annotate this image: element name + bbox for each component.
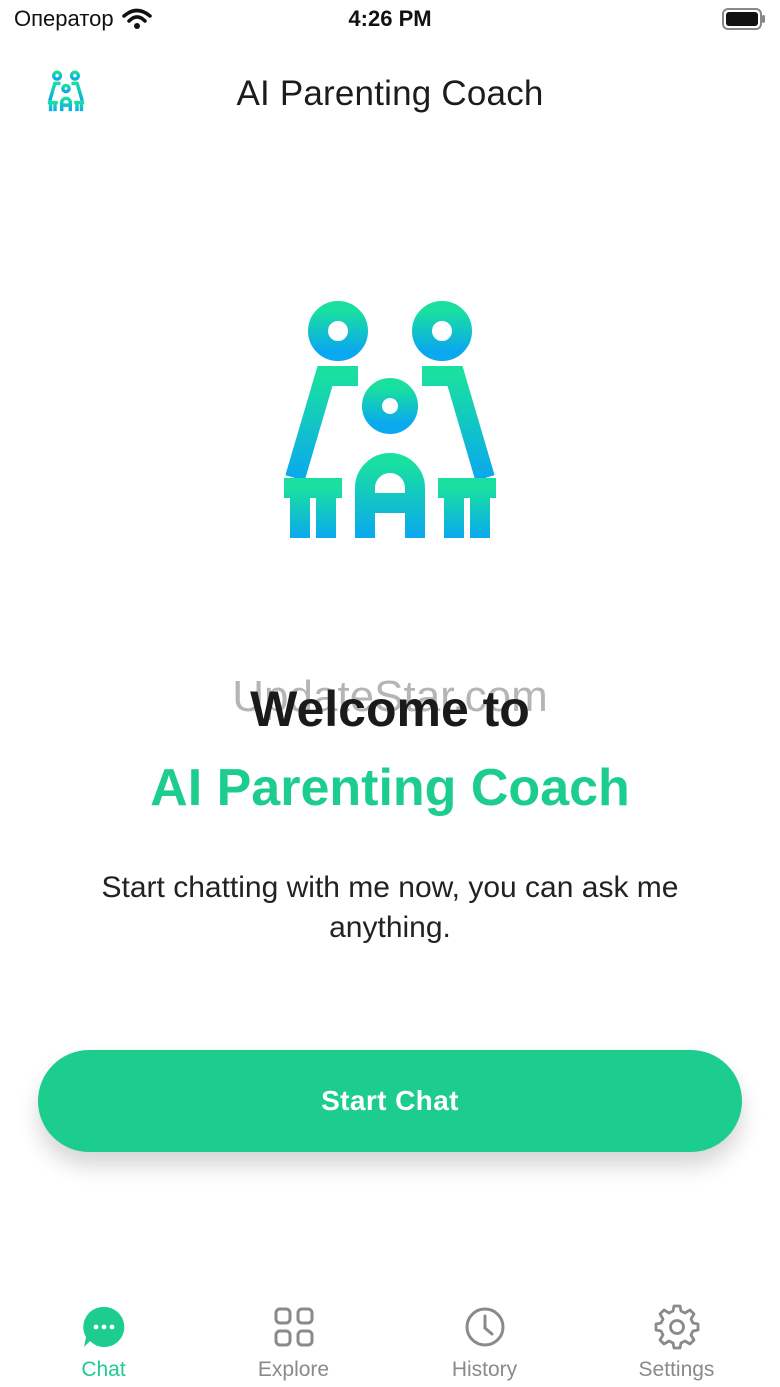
start-chat-button[interactable]: Start Chat	[38, 1050, 742, 1152]
tab-explore[interactable]: Explore	[196, 1290, 391, 1387]
tab-history-label: History	[451, 1358, 518, 1381]
tab-chat[interactable]: Chat	[6, 1290, 201, 1387]
grid-icon	[274, 1307, 313, 1347]
chat-bubble-icon	[82, 1306, 124, 1347]
family-icon	[284, 301, 496, 538]
app-name-heading: AI Parenting Coach	[150, 759, 630, 817]
status-bar: Оператор 4:26 PM	[0, 0, 780, 44]
app-header: AI Parenting Coach	[0, 60, 780, 130]
welcome-heading: Welcome to	[250, 681, 530, 737]
tab-bar: Chat Explore History Settings	[0, 1290, 780, 1387]
tab-history[interactable]: History	[387, 1290, 582, 1387]
tab-explore-label: Explore	[257, 1358, 330, 1381]
battery-icon	[722, 8, 765, 30]
tab-chat-label: Chat	[81, 1358, 126, 1381]
gear-icon	[654, 1304, 699, 1350]
tab-settings-label: Settings	[638, 1358, 715, 1381]
page-title: AI Parenting Coach	[236, 74, 544, 113]
status-time: 4:26 PM	[348, 6, 432, 31]
tab-settings[interactable]: Settings	[579, 1290, 774, 1387]
welcome-subtitle: Start chatting with me now, you can ask …	[101, 871, 679, 944]
clock-icon	[465, 1307, 504, 1347]
